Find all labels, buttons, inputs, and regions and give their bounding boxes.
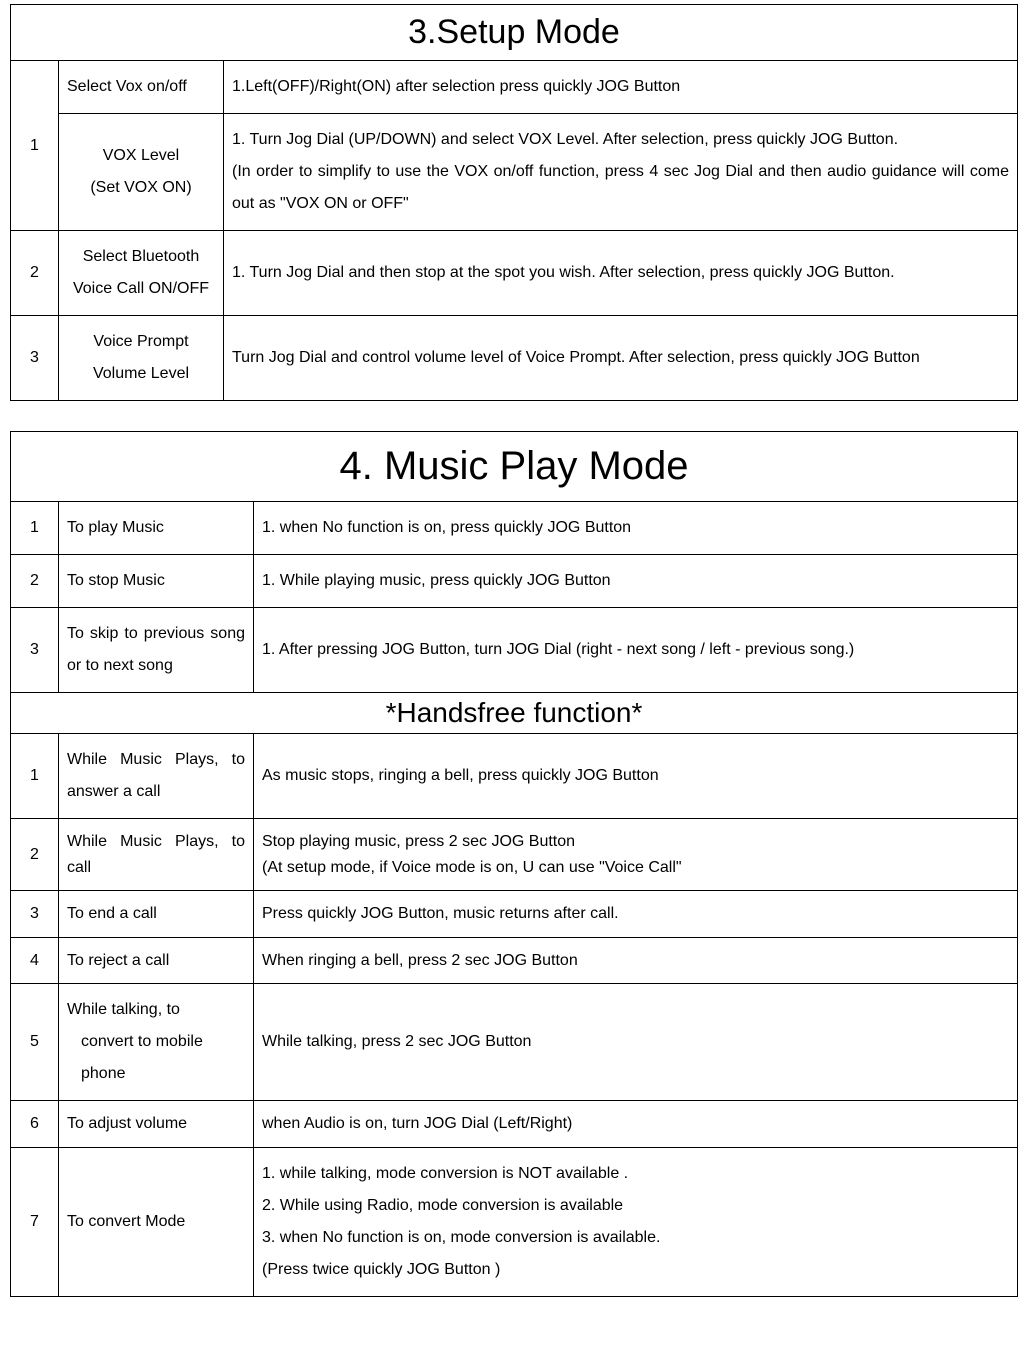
- row-number: 6: [11, 1101, 59, 1148]
- description-line: 3. when No function is on, mode conversi…: [262, 1222, 1009, 1254]
- function-cell: To adjust volume: [59, 1101, 254, 1148]
- row-number: 7: [11, 1147, 59, 1296]
- function-line: Voice Prompt: [93, 333, 188, 350]
- row-number: 1: [11, 734, 59, 819]
- description-cell: Press quickly JOG Button, music returns …: [254, 891, 1018, 938]
- description-cell: When ringing a bell, press 2 sec JOG But…: [254, 937, 1018, 984]
- description-cell: 1. While playing music, press quickly JO…: [254, 555, 1018, 608]
- function-cell: To skip to previous song or to next song: [59, 608, 254, 693]
- table-row: 4 To reject a call When ringing a bell, …: [11, 937, 1018, 984]
- description-line: 1. while talking, mode conversion is NOT…: [262, 1158, 1009, 1190]
- table-row: 1 Select Vox on/off 1.Left(OFF)/Right(ON…: [11, 61, 1018, 114]
- function-cell: To reject a call: [59, 937, 254, 984]
- description-cell: 1. Turn Jog Dial and then stop at the sp…: [224, 231, 1018, 316]
- function-cell: While talking, to convert to mobile phon…: [59, 984, 254, 1101]
- function-line: convert to mobile: [67, 1026, 245, 1058]
- table-row: 5 While talking, to convert to mobile ph…: [11, 984, 1018, 1101]
- music-play-header-row: 4. Music Play Mode: [11, 432, 1018, 502]
- function-cell: To end a call: [59, 891, 254, 938]
- description-line: 2. While using Radio, mode conversion is…: [262, 1190, 1009, 1222]
- table-row: 7 To convert Mode 1. while talking, mode…: [11, 1147, 1018, 1296]
- row-number: 1: [11, 502, 59, 555]
- table-row: 1 To play Music 1. when No function is o…: [11, 502, 1018, 555]
- row-number: 5: [11, 984, 59, 1101]
- description-cell: Stop playing music, press 2 sec JOG Butt…: [254, 819, 1018, 891]
- description-line: 1. Turn Jog Dial (UP/DOWN) and select VO…: [232, 124, 1009, 156]
- row-number: 2: [11, 819, 59, 891]
- handsfree-title: *Handsfree function*: [11, 693, 1018, 734]
- description-line: Stop playing music, press 2 sec JOG Butt…: [262, 829, 1009, 855]
- music-play-title: 4. Music Play Mode: [11, 432, 1018, 502]
- function-cell: To play Music: [59, 502, 254, 555]
- handsfree-header-row: *Handsfree function*: [11, 693, 1018, 734]
- function-line: (Set VOX ON): [90, 179, 191, 196]
- table-row: 3 Voice Prompt Volume Level Turn Jog Dia…: [11, 316, 1018, 401]
- function-line: Select Bluetooth: [83, 248, 200, 265]
- description-cell: 1. After pressing JOG Button, turn JOG D…: [254, 608, 1018, 693]
- description-cell: when Audio is on, turn JOG Dial (Left/Ri…: [254, 1101, 1018, 1148]
- description-cell: 1.Left(OFF)/Right(ON) after selection pr…: [224, 61, 1018, 114]
- function-line: VOX Level: [103, 147, 179, 164]
- function-cell: Select Bluetooth Voice Call ON/OFF: [59, 231, 224, 316]
- row-number: 1: [11, 61, 59, 231]
- description-line: (In order to simplify to use the VOX on/…: [232, 156, 1009, 220]
- function-cell: To stop Music: [59, 555, 254, 608]
- row-number: 3: [11, 316, 59, 401]
- function-cell: To convert Mode: [59, 1147, 254, 1296]
- table-row: 6 To adjust volume when Audio is on, tur…: [11, 1101, 1018, 1148]
- table-row: 2 Select Bluetooth Voice Call ON/OFF 1. …: [11, 231, 1018, 316]
- function-cell: Voice Prompt Volume Level: [59, 316, 224, 401]
- table-row: VOX Level (Set VOX ON) 1. Turn Jog Dial …: [11, 114, 1018, 231]
- description-cell: As music stops, ringing a bell, press qu…: [254, 734, 1018, 819]
- description-line: (Press twice quickly JOG Button ): [262, 1254, 1009, 1286]
- setup-mode-table: 3.Setup Mode 1 Select Vox on/off 1.Left(…: [10, 4, 1018, 401]
- row-number: 2: [11, 231, 59, 316]
- function-cell: Select Vox on/off: [59, 61, 224, 114]
- function-line: Volume Level: [93, 365, 189, 382]
- description-cell: While talking, press 2 sec JOG Button: [254, 984, 1018, 1101]
- table-row: 3 To skip to previous song or to next so…: [11, 608, 1018, 693]
- function-line: Voice Call ON/OFF: [73, 280, 209, 297]
- description-cell: Turn Jog Dial and control volume level o…: [224, 316, 1018, 401]
- setup-mode-title: 3.Setup Mode: [11, 5, 1018, 61]
- row-number: 4: [11, 937, 59, 984]
- description-cell: 1. when No function is on, press quickly…: [254, 502, 1018, 555]
- music-play-mode-table: 4. Music Play Mode 1 To play Music 1. wh…: [10, 431, 1018, 1297]
- table-row: 3 To end a call Press quickly JOG Button…: [11, 891, 1018, 938]
- function-line: While talking, to: [67, 994, 245, 1026]
- description-cell: 1. while talking, mode conversion is NOT…: [254, 1147, 1018, 1296]
- row-number: 3: [11, 891, 59, 938]
- function-cell: While Music Plays, to answer a call: [59, 734, 254, 819]
- function-cell: VOX Level (Set VOX ON): [59, 114, 224, 231]
- function-cell: While Music Plays, to call: [59, 819, 254, 891]
- table-row: 2 While Music Plays, to call Stop playin…: [11, 819, 1018, 891]
- setup-mode-header-row: 3.Setup Mode: [11, 5, 1018, 61]
- table-row: 2 To stop Music 1. While playing music, …: [11, 555, 1018, 608]
- description-line: (At setup mode, if Voice mode is on, U c…: [262, 855, 1009, 881]
- function-line: phone: [67, 1058, 245, 1090]
- description-cell: 1. Turn Jog Dial (UP/DOWN) and select VO…: [224, 114, 1018, 231]
- table-row: 1 While Music Plays, to answer a call As…: [11, 734, 1018, 819]
- row-number: 2: [11, 555, 59, 608]
- row-number: 3: [11, 608, 59, 693]
